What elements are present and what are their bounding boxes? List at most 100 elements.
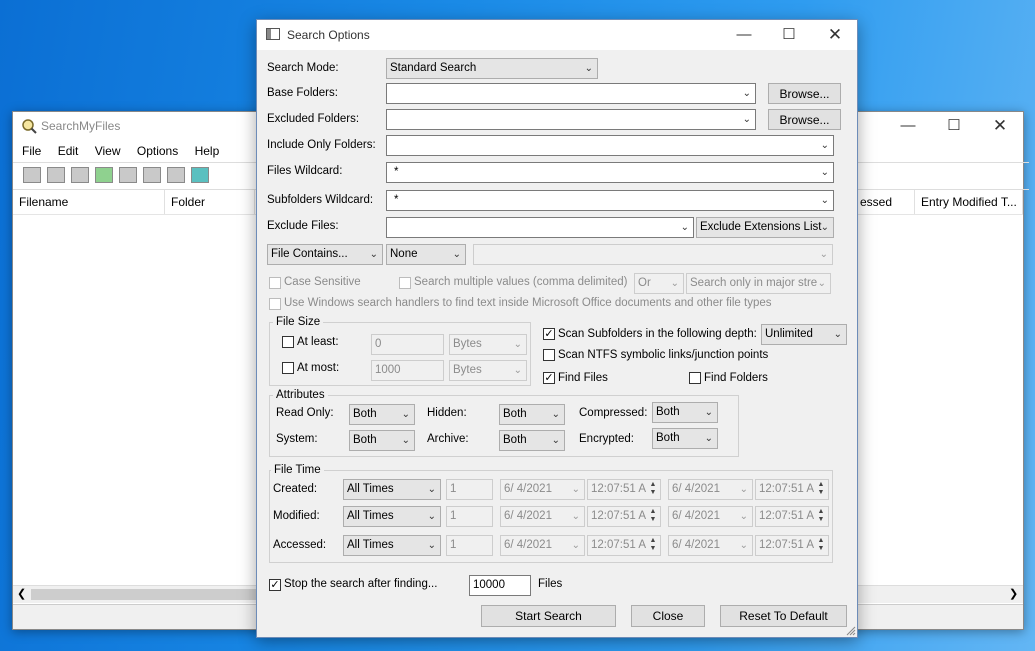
at-least-unit-select[interactable]: Bytes ⌄ bbox=[449, 334, 527, 355]
scroll-right-icon[interactable]: ❯ bbox=[1009, 587, 1018, 600]
search-scope-select[interactable]: Search only in major stre ⌄ bbox=[686, 273, 831, 294]
encrypted-select[interactable]: Both ⌄ bbox=[652, 428, 718, 449]
at-most-input[interactable]: 1000 bbox=[371, 360, 444, 381]
spinner-icon[interactable]: ▲ ▼ bbox=[648, 508, 658, 525]
read-only-select[interactable]: Both ⌄ bbox=[349, 404, 415, 425]
spinner-icon[interactable]: ▲ ▼ bbox=[816, 481, 826, 498]
menu-view[interactable]: View bbox=[95, 144, 121, 158]
excluded-folders-input[interactable]: ⌄ bbox=[386, 109, 756, 130]
windows-handlers-checkbox[interactable] bbox=[269, 298, 281, 310]
chevron-down-icon: ⌄ bbox=[817, 278, 826, 289]
stop-after-input[interactable]: 10000 bbox=[469, 575, 531, 596]
menu-edit[interactable]: Edit bbox=[58, 144, 79, 158]
copy-icon[interactable] bbox=[119, 167, 137, 183]
scan-depth-select[interactable]: Unlimited ⌄ bbox=[761, 324, 847, 345]
time-mode-select[interactable]: All Times ⌄ bbox=[343, 506, 441, 527]
find-files-checkbox[interactable]: ✓ bbox=[543, 372, 555, 384]
time-count-input[interactable]: 1 bbox=[446, 506, 493, 527]
files-wildcard-input[interactable]: * ⌄ bbox=[386, 162, 834, 183]
hidden-select[interactable]: Both ⌄ bbox=[499, 404, 565, 425]
spinner-icon[interactable]: ▲ ▼ bbox=[816, 508, 826, 525]
search-options-icon[interactable] bbox=[23, 167, 41, 183]
archive-select[interactable]: Both ⌄ bbox=[499, 430, 565, 451]
column-accessed-time[interactable]: essed Ti... bbox=[858, 190, 915, 214]
spinner-icon[interactable]: ▲ ▼ bbox=[648, 537, 658, 554]
scroll-thumb[interactable] bbox=[31, 589, 261, 600]
date-from-picker[interactable]: 6/ 4/2021 ⌄ bbox=[500, 506, 585, 527]
resize-grip-icon[interactable] bbox=[846, 626, 856, 636]
exclude-files-input[interactable]: ⌄ bbox=[386, 217, 694, 238]
case-sensitive-checkbox[interactable] bbox=[269, 277, 281, 289]
file-contains-text[interactable]: ⌄ bbox=[473, 244, 833, 265]
chevron-down-icon: ⌄ bbox=[819, 249, 828, 260]
column-entry-modified[interactable]: Entry Modified T... bbox=[915, 190, 1023, 214]
time-count-input[interactable]: 1 bbox=[446, 535, 493, 556]
time-mode-select[interactable]: All Times ⌄ bbox=[343, 535, 441, 556]
date-from-picker[interactable]: 6/ 4/2021 ⌄ bbox=[500, 535, 585, 556]
system-select[interactable]: Both ⌄ bbox=[349, 430, 415, 451]
time-from-picker[interactable]: 12:07:51 A ▲ ▼ bbox=[587, 506, 661, 527]
dialog-close-icon[interactable]: ✕ bbox=[812, 20, 858, 50]
multiple-values-checkbox[interactable] bbox=[399, 277, 411, 289]
column-filename[interactable]: Filename bbox=[13, 190, 165, 214]
date-to-picker[interactable]: 6/ 4/2021 ⌄ bbox=[668, 535, 753, 556]
at-most-unit-select[interactable]: Bytes ⌄ bbox=[449, 360, 527, 381]
dialog-maximize-icon[interactable]: ☐ bbox=[766, 20, 812, 50]
system-value: Both bbox=[353, 434, 377, 446]
open-icon[interactable] bbox=[47, 167, 65, 183]
stop-after-checkbox[interactable]: ✓ bbox=[269, 579, 281, 591]
or-select[interactable]: Or ⌄ bbox=[634, 273, 684, 294]
at-most-checkbox[interactable] bbox=[282, 362, 294, 374]
date-to-picker[interactable]: 6/ 4/2021 ⌄ bbox=[668, 506, 753, 527]
start-search-button[interactable]: Start Search bbox=[481, 605, 616, 627]
date-to-value: 6/ 4/2021 bbox=[672, 510, 720, 522]
refresh-icon[interactable] bbox=[95, 167, 113, 183]
dialog-minimize-icon[interactable]: — bbox=[721, 20, 767, 50]
dialog-title-bar: Search Options — ☐ ✕ bbox=[257, 20, 857, 50]
menu-options[interactable]: Options bbox=[137, 144, 178, 158]
base-folders-input[interactable]: ⌄ bbox=[386, 83, 756, 104]
time-to-picker[interactable]: 12:07:51 A ▲ ▼ bbox=[755, 506, 829, 527]
time-to-picker[interactable]: 12:07:51 A ▲ ▼ bbox=[755, 535, 829, 556]
base-folders-browse-button[interactable]: Browse... bbox=[768, 83, 841, 104]
exit-icon[interactable] bbox=[191, 167, 209, 183]
time-count-input[interactable]: 1 bbox=[446, 479, 493, 500]
find-icon[interactable] bbox=[167, 167, 185, 183]
time-mode-select[interactable]: All Times ⌄ bbox=[343, 479, 441, 500]
include-only-folders-input[interactable]: ⌄ bbox=[386, 135, 834, 156]
close-button[interactable]: Close bbox=[631, 605, 705, 627]
time-to-picker[interactable]: 12:07:51 A ▲ ▼ bbox=[755, 479, 829, 500]
date-to-picker[interactable]: 6/ 4/2021 ⌄ bbox=[668, 479, 753, 500]
scan-subfolders-checkbox[interactable]: ✓ bbox=[543, 328, 555, 340]
chevron-down-icon: ⌄ bbox=[820, 222, 829, 233]
find-folders-checkbox[interactable] bbox=[689, 372, 701, 384]
minimize-icon[interactable]: — bbox=[885, 112, 931, 140]
file-contains-select[interactable]: File Contains... ⌄ bbox=[267, 244, 383, 265]
excluded-folders-browse-button[interactable]: Browse... bbox=[768, 109, 841, 130]
scan-ntfs-checkbox[interactable] bbox=[543, 349, 555, 361]
column-folder[interactable]: Folder bbox=[165, 190, 255, 214]
maximize-icon[interactable]: ☐ bbox=[931, 112, 977, 140]
time-from-picker[interactable]: 12:07:51 A ▲ ▼ bbox=[587, 479, 661, 500]
at-least-input[interactable]: 0 bbox=[371, 334, 444, 355]
time-from-picker[interactable]: 12:07:51 A ▲ ▼ bbox=[587, 535, 661, 556]
menu-file[interactable]: File bbox=[22, 144, 41, 158]
search-mode-select[interactable]: Standard Search ⌄ bbox=[386, 58, 598, 79]
compressed-select[interactable]: Both ⌄ bbox=[652, 402, 718, 423]
exclude-extensions-list-select[interactable]: Exclude Extensions List ⌄ bbox=[696, 217, 834, 238]
search-scope-value: Search only in major stre bbox=[690, 277, 818, 289]
properties-icon[interactable] bbox=[143, 167, 161, 183]
date-from-picker[interactable]: 6/ 4/2021 ⌄ bbox=[500, 479, 585, 500]
close-icon[interactable]: ✕ bbox=[977, 112, 1023, 140]
spinner-icon[interactable]: ▲ ▼ bbox=[648, 481, 658, 498]
menu-help[interactable]: Help bbox=[195, 144, 220, 158]
reset-to-default-button[interactable]: Reset To Default bbox=[720, 605, 847, 627]
scroll-left-icon[interactable]: ❮ bbox=[17, 587, 26, 600]
encoding-select[interactable]: None ⌄ bbox=[386, 244, 466, 265]
spinner-icon[interactable]: ▲ ▼ bbox=[816, 537, 826, 554]
subfolders-wildcard-input[interactable]: * ⌄ bbox=[386, 190, 834, 211]
at-least-checkbox[interactable] bbox=[282, 336, 294, 348]
chevron-down-icon: ⌄ bbox=[739, 511, 748, 522]
chevron-down-icon: ⌄ bbox=[704, 407, 713, 418]
save-icon[interactable] bbox=[71, 167, 89, 183]
